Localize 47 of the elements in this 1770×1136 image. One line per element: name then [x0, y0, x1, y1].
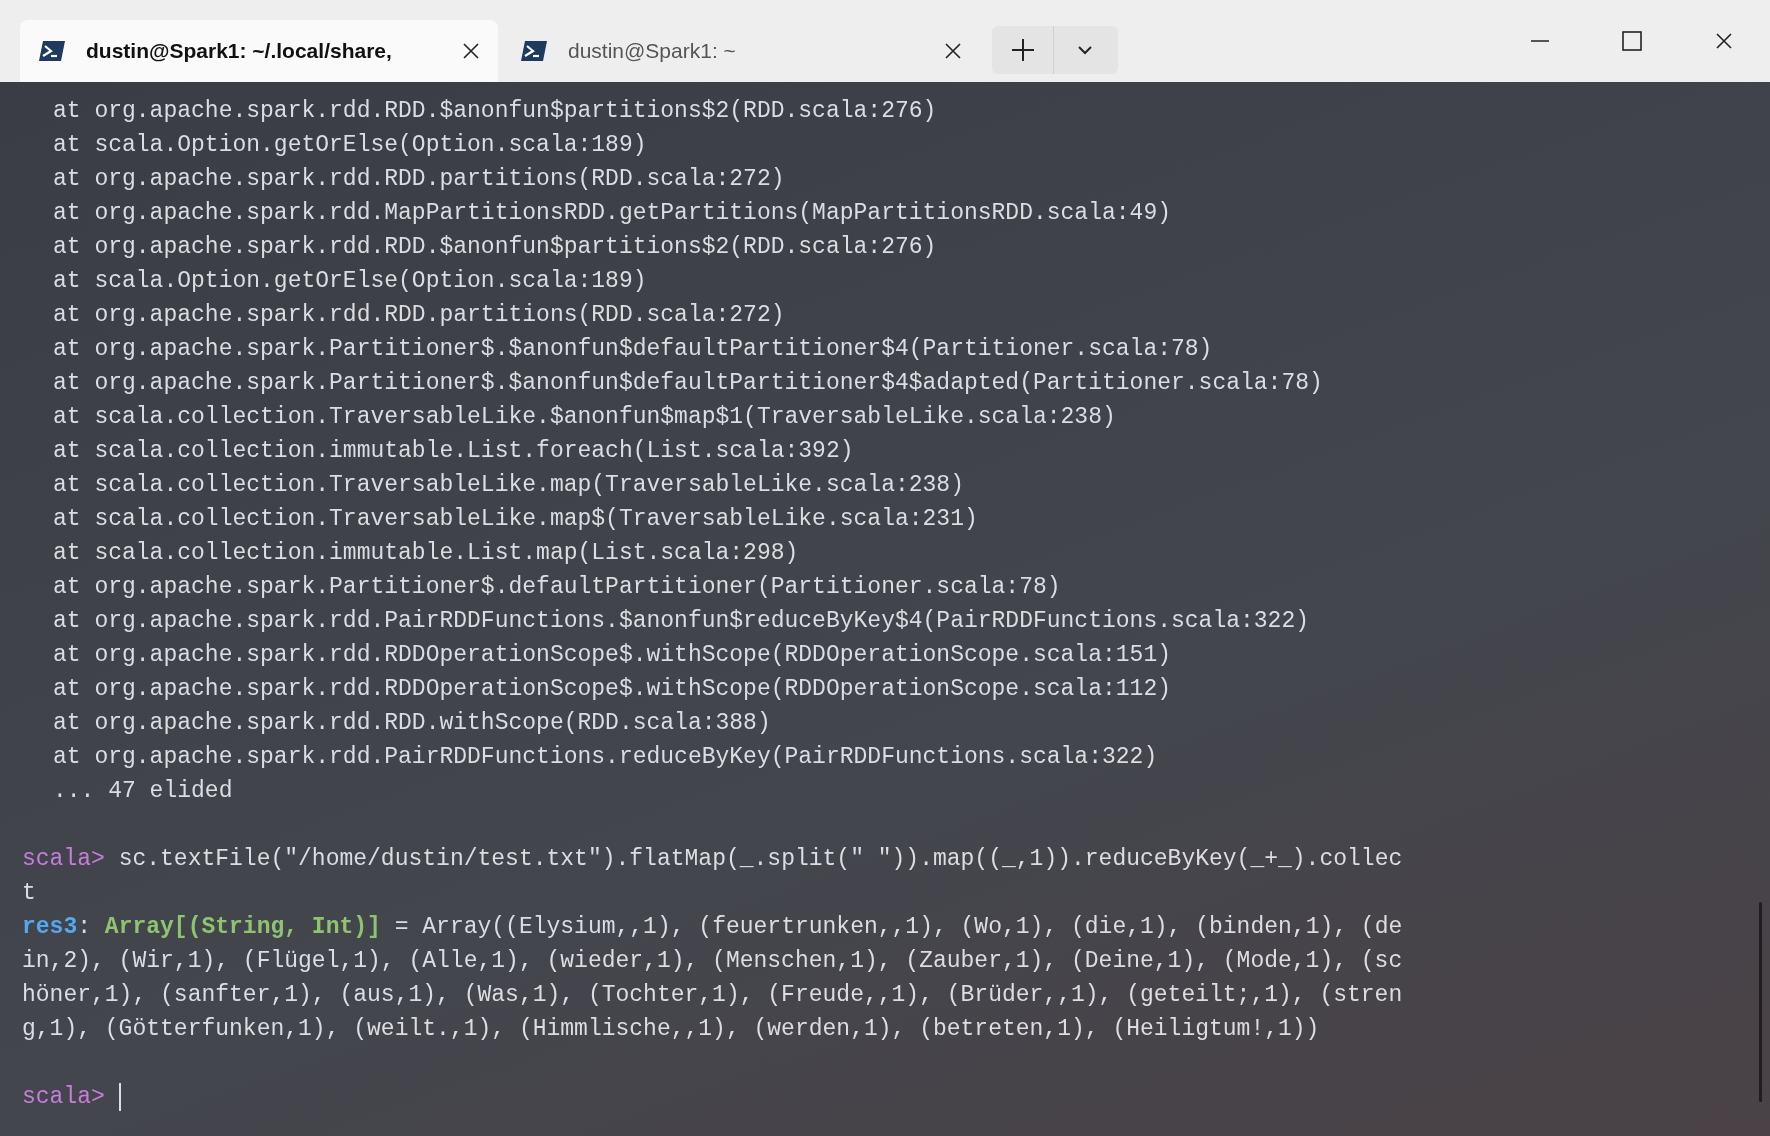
close-icon[interactable]	[1715, 32, 1733, 50]
output-text: at org.apache.spark.Partitioner$.defaultPartitioner(Partitioner.scala:78)	[53, 574, 1061, 600]
output-text: at scala.collection.TraversableLike.$anonfun$map$1(TraversableLike.scala:238)	[53, 404, 1116, 430]
output-text: g,1), (Götterfunken,1), (weilt.,1), (Himmlische,,1), (werden,1), (betreten,1), (Heiligtum!,1))	[22, 1015, 1320, 1044]
output-text: at scala.Option.getOrElse(Option.scala:189)	[53, 132, 647, 158]
chevron-down-icon	[1077, 45, 1093, 55]
tab-title: dustin@Spark1: ~	[568, 38, 737, 65]
close-tab-icon[interactable]	[944, 42, 962, 60]
output-text: at scala.collection.TraversableLike.map$(TraversableLike.scala:231)	[53, 506, 978, 532]
terminal-icon	[38, 40, 66, 62]
result-name: res3	[22, 913, 78, 942]
output-text: at scala.Option.getOrElse(Option.scala:189)	[53, 268, 647, 294]
output-text: at org.apache.spark.rdd.MapPartitionsRDD.getPartitions(MapPartitionsRDD.scala:49)	[53, 200, 1171, 226]
output-text: at org.apache.spark.rdd.PairRDDFunctions.$anonfun$reduceByKey$4(PairRDDFunctions.scala:322)	[53, 608, 1309, 634]
output-text: :	[77, 913, 93, 942]
output-text: in,2), (Wir,1), (Flügel,1), (Alle,1), (wieder,1), (Menschen,1), (Zauber,1), (Deine,1), (Mode,1), (sc	[22, 947, 1403, 976]
tab-title: dustin@Spark1: ~/.local/share,	[86, 38, 393, 65]
output-text: ... 47 elided	[53, 778, 233, 804]
prompt-text: scala>	[22, 1083, 105, 1112]
output-text: at scala.collection.immutable.List.foreach(List.scala:392)	[53, 438, 854, 464]
output-text: at org.apache.spark.rdd.RDDOperationScope$.withScope(RDDOperationScope.scala:151)	[53, 642, 1171, 668]
output-text: at org.apache.spark.rdd.RDD.$anonfun$partitions$2(RDD.scala:276)	[53, 234, 937, 260]
minimize-icon	[1531, 40, 1549, 42]
prompt-text: scala>	[22, 845, 105, 874]
output-text: at scala.collection.TraversableLike.map(TraversableLike.scala:238)	[53, 472, 964, 498]
output-text: at org.apache.spark.Partitioner$.$anonfun$defaultPartitioner$4$adapted(Partitioner.scala:78)	[53, 370, 1323, 396]
output-text: at org.apache.spark.rdd.PairRDDFunctions.reduceByKey(PairRDDFunctions.scala:322)	[53, 744, 1158, 770]
output-text: t	[22, 879, 36, 908]
output-text: = Array((Elysium,,1), (feuertrunken,,1), (Wo,1), (die,1), (binden,1), (de	[393, 913, 1403, 942]
type-text: Array[(String, Int)]	[104, 913, 381, 942]
terminal-icon	[520, 40, 548, 62]
close-tab-icon[interactable]	[462, 42, 480, 60]
output-text: sc.textFile("/home/dustin/test.txt").flatMap(_.split(" ")).map((_,1)).reduceByKey(_+_).collec	[117, 845, 1403, 874]
output-text: höner,1), (sanfter,1), (aus,1), (Was,1), (Tochter,1), (Freude,,1), (Brüder,,1), (geteilt;,1), (stren	[22, 981, 1403, 1010]
maximize-icon	[1622, 31, 1642, 51]
tab[interactable]: dustin@Spark1: ~/.local/share,	[20, 20, 498, 82]
scrollbar-thumb[interactable]	[1759, 902, 1762, 1102]
output-text: at org.apache.spark.rdd.RDDOperationScope$.withScope(RDDOperationScope.scala:112)	[53, 676, 1171, 702]
output-text: at org.apache.spark.rdd.RDD.partitions(RDD.scala:272)	[53, 166, 785, 192]
plus-icon	[1010, 38, 1035, 62]
output-text: at org.apache.spark.rdd.RDD.partitions(RDD.scala:272)	[53, 302, 785, 328]
tab[interactable]: dustin@Spark1: ~	[502, 20, 980, 82]
text-cursor	[118, 1083, 121, 1111]
output-text: at org.apache.spark.Partitioner$.$anonfun$defaultPartitioner$4(Partitioner.scala:78)	[53, 336, 1213, 362]
output-text: at scala.collection.immutable.List.map(List.scala:298)	[53, 540, 799, 566]
output-text: at org.apache.spark.rdd.RDD.$anonfun$partitions$2(RDD.scala:276)	[53, 98, 937, 124]
output-text: at org.apache.spark.rdd.RDD.withScope(RDD.scala:388)	[53, 710, 771, 736]
